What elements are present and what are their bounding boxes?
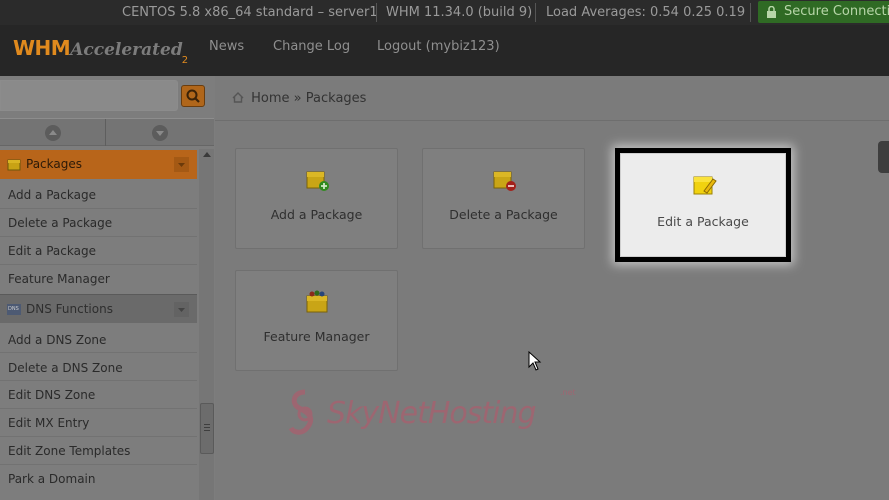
sidebar-item-edit-package[interactable]: Edit a Package	[8, 244, 96, 258]
breadcrumb: Home » Packages	[232, 91, 366, 106]
chevron-down-icon[interactable]	[174, 157, 189, 172]
watermark: SkyNetHosting .net	[285, 386, 605, 446]
arrow-down-icon	[152, 125, 168, 141]
card-label: Edit a Package	[621, 214, 785, 229]
sidebar-item-feature-manager[interactable]: Feature Manager	[8, 272, 110, 286]
nav-change-log[interactable]: Change Log	[273, 39, 350, 54]
logo-whm: WHM	[13, 36, 70, 60]
package-add-icon	[304, 167, 330, 193]
breadcrumb-current: Packages	[306, 91, 367, 106]
card-add-package[interactable]: Add a Package	[235, 148, 398, 249]
grip-line	[204, 424, 210, 425]
divider	[376, 3, 377, 22]
scrollbar-thumb[interactable]	[200, 403, 214, 454]
card-label: Feature Manager	[236, 329, 397, 344]
card-edit-package[interactable]: Edit a Package	[620, 153, 786, 257]
status-bar: CENTOS 5.8 x86_64 standard – server1 WHM…	[0, 0, 889, 25]
scroll-up-arrow-icon[interactable]	[203, 152, 211, 157]
search-input[interactable]	[0, 80, 178, 111]
divider	[0, 236, 197, 237]
sidebar-item-edit-mx-entry[interactable]: Edit MX Entry	[8, 416, 89, 430]
watermark-text: SkyNetHosting	[327, 396, 536, 431]
package-edit-icon	[690, 171, 718, 199]
header: WHMAccelerated2 News Change Log Logout (…	[0, 25, 889, 76]
divider	[535, 3, 536, 22]
secure-connection-badge: Secure Connection	[758, 1, 889, 23]
divider	[0, 464, 197, 465]
search-button[interactable]	[181, 85, 205, 107]
sidebar-item-edit-dns-zone[interactable]: Edit DNS Zone	[8, 388, 95, 402]
divider	[0, 380, 197, 381]
sidebar-scroll-arrows	[0, 118, 214, 146]
home-icon	[232, 92, 244, 103]
divider	[0, 408, 197, 409]
os-info: CENTOS 5.8 x86_64 standard – server1	[122, 0, 378, 25]
load-averages: Load Averages: 0.54 0.25 0.19	[546, 0, 745, 25]
divider	[105, 119, 106, 146]
card-label: Delete a Package	[423, 207, 584, 222]
divider	[750, 3, 751, 22]
scroll-up-button[interactable]	[0, 119, 107, 146]
svg-text:DNS: DNS	[8, 306, 19, 312]
section-packages[interactable]: Packages	[0, 150, 197, 179]
dns-icon: DNS	[7, 303, 21, 316]
feature-manager-icon	[304, 289, 330, 315]
grip-line	[204, 430, 210, 431]
scroll-down-button[interactable]	[107, 119, 214, 146]
breadcrumb-separator: »	[294, 91, 302, 106]
section-title: Packages	[26, 157, 82, 171]
breadcrumb-home[interactable]: Home	[251, 91, 289, 106]
main-content: Home » Packages Add a Package Delete a P…	[215, 76, 889, 500]
arrow-up-icon	[45, 125, 61, 141]
whm-version: WHM 11.34.0 (build 9)	[386, 0, 532, 25]
card-label: Add a Package	[236, 207, 397, 222]
watermark-logo-icon	[285, 388, 325, 440]
section-dns-functions[interactable]: DNS DNS Functions	[0, 294, 197, 323]
nav-news[interactable]: News	[209, 39, 244, 54]
sidebar-search	[0, 80, 210, 112]
divider	[215, 120, 889, 121]
card-feature-manager[interactable]: Feature Manager	[235, 270, 398, 371]
sidebar-item-edit-zone-templates[interactable]: Edit Zone Templates	[8, 444, 130, 458]
whm-logo[interactable]: WHMAccelerated2	[13, 36, 189, 70]
divider	[0, 436, 197, 437]
divider	[0, 208, 197, 209]
card-delete-package[interactable]: Delete a Package	[422, 148, 585, 249]
sidebar-item-delete-dns-zone[interactable]: Delete a DNS Zone	[8, 361, 123, 375]
grip-line	[204, 427, 210, 428]
logo-accelerated: Accelerated	[70, 40, 183, 60]
lock-icon	[766, 6, 777, 18]
chevron-down-icon[interactable]	[174, 302, 189, 317]
search-icon	[182, 86, 204, 106]
sidebar-item-delete-package[interactable]: Delete a Package	[8, 216, 112, 230]
divider	[0, 264, 197, 265]
side-panel-tab[interactable]	[878, 141, 889, 173]
secure-label: Secure Connection	[784, 4, 889, 19]
card-edit-package-highlight: Edit a Package	[615, 148, 791, 262]
sidebar-item-add-dns-zone[interactable]: Add a DNS Zone	[8, 333, 106, 347]
nav-logout[interactable]: Logout (mybiz123)	[377, 39, 500, 54]
sidebar: Packages Add a Package Delete a Package …	[0, 76, 215, 500]
watermark-sub: .net	[560, 388, 576, 397]
mouse-cursor-icon	[528, 351, 542, 371]
divider	[0, 352, 197, 353]
package-icon	[7, 158, 21, 171]
logo-sub: 2	[182, 55, 188, 66]
sidebar-item-add-package[interactable]: Add a Package	[8, 188, 96, 202]
package-delete-icon	[491, 167, 517, 193]
sidebar-item-park-domain[interactable]: Park a Domain	[8, 472, 95, 486]
section-title: DNS Functions	[26, 302, 113, 316]
